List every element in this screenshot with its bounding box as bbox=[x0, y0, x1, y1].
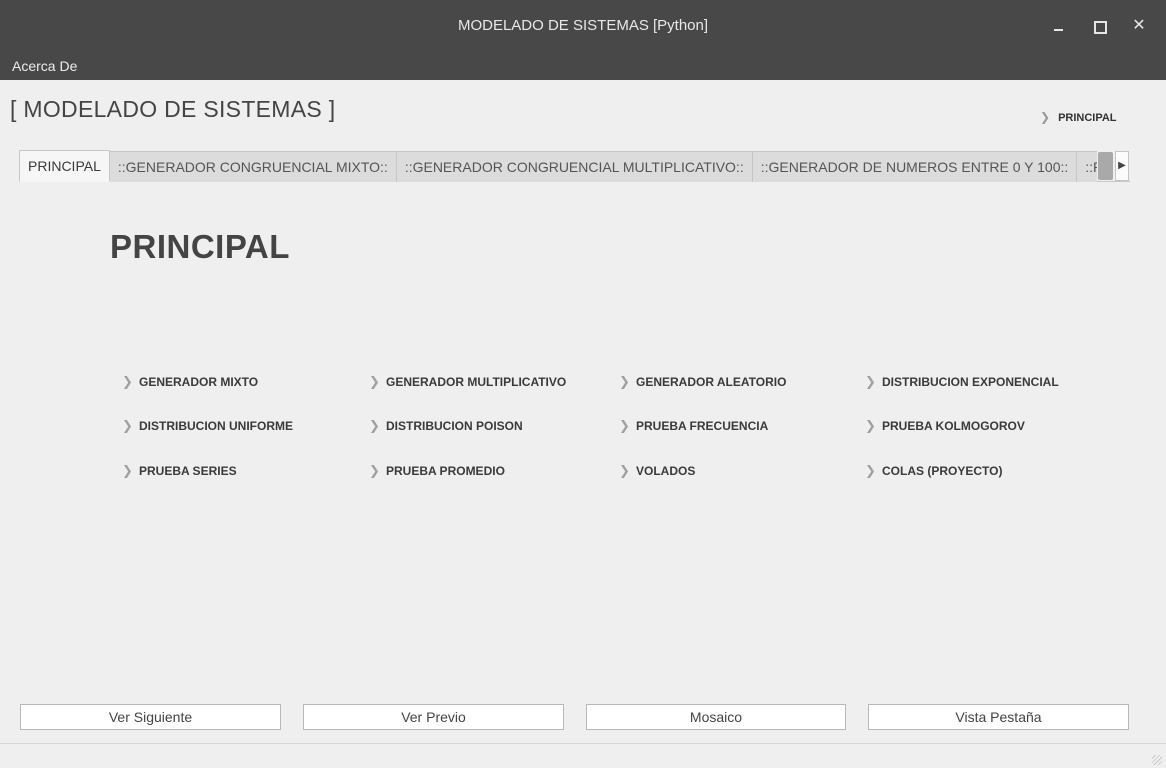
mosaico-button[interactable]: Mosaico bbox=[586, 704, 846, 730]
tab-strip: PRINCIPAL::GENERADOR CONGRUENCIAL MIXTO:… bbox=[19, 150, 1130, 182]
tab-list: PRINCIPAL::GENERADOR CONGRUENCIAL MIXTO:… bbox=[19, 150, 1097, 182]
chevron-right-icon: ❯ bbox=[122, 418, 133, 433]
chevron-right-icon: ❯ bbox=[619, 374, 630, 389]
link-label: DISTRIBUCION EXPONENCIAL bbox=[882, 375, 1059, 389]
menu-bar: Acerca De bbox=[0, 52, 1166, 80]
chevron-right-icon: ❯ bbox=[369, 463, 380, 478]
maximize-icon[interactable] bbox=[1089, 16, 1109, 36]
link-prueba-frecuencia[interactable]: ❯ PRUEBA FRECUENCIA bbox=[619, 418, 768, 434]
chevron-right-icon: ❯ bbox=[122, 463, 133, 478]
link-label: GENERADOR ALEATORIO bbox=[636, 375, 787, 389]
chevron-right-icon: ❯ bbox=[619, 418, 630, 433]
link-label: GENERADOR MULTIPLICATIVO bbox=[386, 375, 567, 389]
link-label: COLAS (PROYECTO) bbox=[882, 464, 1003, 478]
tab-generador-mixto[interactable]: ::GENERADOR CONGRUENCIAL MIXTO:: bbox=[109, 151, 397, 182]
tab-generador-0-100[interactable]: ::GENERADOR DE NUMEROS ENTRE 0 Y 100:: bbox=[752, 151, 1078, 182]
main-title: PRINCIPAL bbox=[110, 228, 290, 265]
menu-acerca-de[interactable]: Acerca De bbox=[12, 58, 77, 74]
window-title: MODELADO DE SISTEMAS [Python] bbox=[457, 17, 709, 34]
link-label: PRUEBA KOLMOGOROV bbox=[882, 419, 1025, 433]
tab-scrollbar-thumb[interactable] bbox=[1098, 152, 1113, 180]
tab-prueba[interactable]: ::PRUEBA FRECUENCIA:: bbox=[1077, 151, 1097, 182]
chevron-right-icon: ❯ bbox=[369, 418, 380, 433]
link-prueba-kolmogorov[interactable]: ❯ PRUEBA KOLMOGOROV bbox=[865, 418, 1025, 434]
chevron-right-icon: ❯ bbox=[865, 463, 876, 478]
vista-pestana-button[interactable]: Vista Pestaña bbox=[868, 704, 1129, 730]
link-generador-aleatorio[interactable]: ❯ GENERADOR ALEATORIO bbox=[619, 374, 786, 390]
link-label: DISTRIBUCION UNIFORME bbox=[139, 419, 293, 433]
ver-previo-button[interactable]: Ver Previo bbox=[303, 704, 564, 730]
page-heading: [ MODELADO DE SISTEMAS ] bbox=[10, 96, 336, 122]
link-prueba-promedio[interactable]: ❯ PRUEBA PROMEDIO bbox=[369, 463, 505, 479]
link-label: PRUEBA SERIES bbox=[139, 464, 237, 478]
link-generador-multiplicativo[interactable]: ❯ GENERADOR MULTIPLICATIVO bbox=[369, 374, 566, 390]
link-volados[interactable]: ❯ VOLADOS bbox=[619, 463, 695, 479]
chevron-right-icon: ❯ bbox=[865, 374, 876, 389]
link-distribucion-uniforme[interactable]: ❯ DISTRIBUCION UNIFORME bbox=[122, 418, 293, 434]
close-icon[interactable]: ✕ bbox=[1129, 16, 1149, 36]
link-distribucion-poison[interactable]: ❯ DISTRIBUCION POISON bbox=[369, 418, 523, 434]
breadcrumb-label: PRINCIPAL bbox=[1058, 112, 1117, 124]
link-label: PRUEBA PROMEDIO bbox=[386, 464, 505, 478]
link-label: DISTRIBUCION POISON bbox=[386, 419, 523, 433]
chevron-right-icon: ❯ bbox=[122, 374, 133, 389]
tab-generador-multiplicativo[interactable]: ::GENERADOR CONGRUENCIAL MULTIPLICATIVO:… bbox=[396, 151, 753, 182]
link-label: PRUEBA FRECUENCIA bbox=[636, 419, 769, 433]
tab-principal[interactable]: PRINCIPAL bbox=[19, 150, 110, 182]
chevron-right-icon: ❯ bbox=[619, 463, 630, 478]
chevron-right-icon: ❯ bbox=[369, 374, 380, 389]
ver-siguiente-button[interactable]: Ver Siguiente bbox=[20, 704, 281, 730]
link-prueba-series[interactable]: ❯ PRUEBA SERIES bbox=[122, 463, 237, 479]
link-distribucion-exponencial[interactable]: ❯ DISTRIBUCION EXPONENCIAL bbox=[865, 374, 1059, 390]
link-generador-mixto[interactable]: ❯ GENERADOR MIXTO bbox=[122, 374, 258, 390]
status-bar bbox=[0, 743, 1166, 768]
title-bar: MODELADO DE SISTEMAS [Python] ✕ bbox=[0, 0, 1166, 52]
breadcrumb[interactable]: ❯ PRINCIPAL bbox=[1040, 110, 1117, 124]
link-label: VOLADOS bbox=[636, 464, 696, 478]
tab-scroll-right-icon[interactable]: ▶ bbox=[1115, 151, 1129, 181]
minimize-icon[interactable] bbox=[1049, 16, 1069, 36]
resize-grip-icon[interactable] bbox=[1152, 755, 1162, 765]
chevron-right-icon: ❯ bbox=[865, 418, 876, 433]
link-label: GENERADOR MIXTO bbox=[139, 375, 259, 389]
chevron-right-icon: ❯ bbox=[1040, 110, 1051, 124]
link-colas-proyecto[interactable]: ❯ COLAS (PROYECTO) bbox=[865, 463, 1002, 479]
